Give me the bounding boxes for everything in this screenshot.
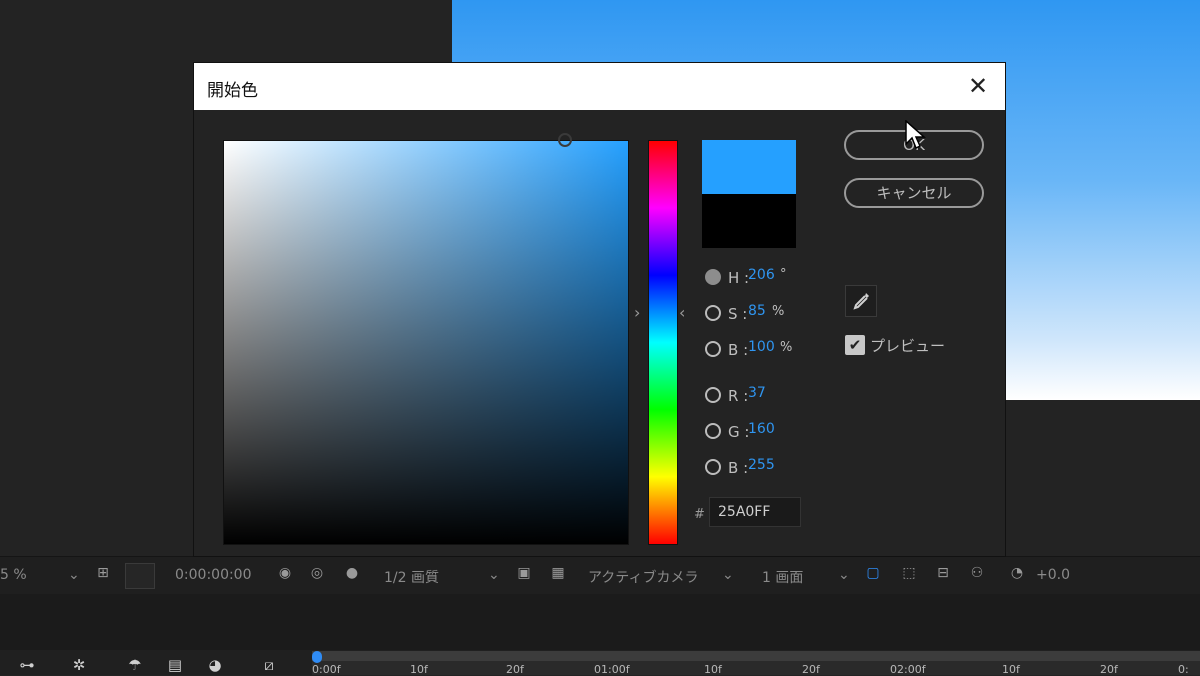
cancel-button[interactable]: キャンセル	[844, 178, 984, 208]
hex-hash-label: #	[694, 507, 705, 522]
panel-background-right	[1004, 400, 1200, 560]
time-tick: 10f	[704, 663, 722, 676]
red-label: R :	[728, 387, 749, 405]
time-tick: 0:	[1178, 663, 1189, 676]
timeline-icon[interactable]: ⬚	[900, 565, 918, 583]
close-icon[interactable]: ✕	[963, 71, 993, 101]
panel-divider	[0, 594, 1200, 650]
viewer-toolbar: 5 % ⌄ ⊞ 0:00:00:00 ◉ ◎ ● 1/2 画質 ⌄ ▣ ▦ アク…	[0, 556, 1200, 596]
saturation-unit: %	[772, 304, 785, 319]
show-snapshot-icon[interactable]: ◎	[308, 565, 326, 583]
mask-toggle-icon[interactable]	[125, 563, 155, 589]
time-tick: 10f	[1002, 663, 1020, 676]
dialog-titlebar[interactable]: 開始色 ✕	[194, 63, 1005, 110]
draft-3d-icon[interactable]: ✲	[68, 656, 90, 674]
saturation-label: S :	[728, 305, 748, 323]
people-icon[interactable]: ⚇	[968, 565, 986, 583]
work-area-bar[interactable]	[312, 651, 1200, 661]
fast-preview-icon[interactable]: ▢	[864, 565, 882, 583]
hue-slider-right-arrow-icon[interactable]: ›	[634, 303, 640, 322]
color-picker-dialog: 開始色 ✕ › ‹ H : 206 ° S : 85 % B : 100 % R…	[194, 63, 1005, 556]
preview-checkbox[interactable]: ✔	[845, 335, 865, 355]
resolution-dropdown[interactable]: 1/2 画質	[384, 567, 439, 587]
hex-value: 25A0FF	[718, 504, 771, 520]
graph-editor-icon[interactable]: ⧄	[258, 656, 280, 674]
brightness-label: B :	[728, 341, 749, 359]
chevron-down-icon[interactable]: ⌄	[838, 567, 850, 583]
time-tick: 02:00f	[890, 663, 926, 676]
playhead[interactable]	[312, 651, 322, 663]
chevron-down-icon[interactable]: ⌄	[488, 567, 500, 583]
chevron-down-icon[interactable]: ⌄	[722, 567, 734, 583]
hue-unit: °	[780, 267, 787, 282]
time-tick: 0:00f	[312, 663, 341, 676]
flowchart-icon[interactable]: ⊟	[934, 565, 952, 583]
blue-value[interactable]: 255	[748, 457, 775, 473]
timecode[interactable]: 0:00:00:00	[175, 567, 252, 583]
red-radio[interactable]	[705, 387, 721, 403]
hue-value[interactable]: 206	[748, 267, 775, 283]
time-tick: 20f	[506, 663, 524, 676]
field-marker[interactable]	[558, 133, 572, 147]
saturation-brightness-field[interactable]	[223, 140, 629, 545]
camera-dropdown[interactable]: アクティブカメラ	[588, 567, 698, 587]
region-icon[interactable]: ▣	[515, 565, 533, 583]
time-tick: 20f	[802, 663, 820, 676]
zoom-dropdown[interactable]: 5 %	[0, 567, 27, 583]
preview-label: プレビュー	[870, 337, 946, 355]
blue-label: B :	[728, 459, 749, 477]
green-radio[interactable]	[705, 423, 721, 439]
shy-icon[interactable]: ☂	[124, 656, 146, 674]
blue-radio[interactable]	[705, 459, 721, 475]
mouse-cursor-icon	[905, 119, 927, 152]
hex-input[interactable]: 25A0FF	[709, 497, 801, 527]
frame-blending-icon[interactable]: ▤	[164, 656, 186, 674]
green-value[interactable]: 160	[748, 421, 775, 437]
grid-icon[interactable]: ⊞	[94, 565, 112, 583]
hue-slider-left-arrow-icon[interactable]: ‹	[679, 303, 685, 322]
chevron-down-icon[interactable]: ⌄	[68, 567, 80, 583]
new-color-swatch	[702, 140, 796, 194]
saturation-radio[interactable]	[705, 305, 721, 321]
time-tick: 01:00f	[594, 663, 630, 676]
brightness-radio[interactable]	[705, 341, 721, 357]
transparency-grid-icon[interactable]: ▦	[549, 565, 567, 583]
exposure-icon[interactable]: ◔	[1008, 565, 1026, 583]
eyedropper-icon[interactable]	[845, 285, 877, 317]
hue-radio[interactable]	[705, 269, 721, 285]
red-value[interactable]: 37	[748, 385, 766, 401]
brightness-value[interactable]: 100	[748, 339, 775, 355]
hue-label: H :	[728, 269, 750, 287]
layer-tree-icon[interactable]: ⊶	[16, 656, 38, 674]
channel-icon[interactable]: ●	[343, 565, 361, 583]
time-ruler[interactable]: 0:00f 10f 20f 01:00f 10f 20f 02:00f 10f …	[312, 651, 1200, 676]
view-dropdown[interactable]: 1 画面	[762, 567, 803, 587]
motion-blur-icon[interactable]: ◕	[204, 656, 226, 674]
camera-snapshot-icon[interactable]: ◉	[276, 565, 294, 583]
original-color-swatch[interactable]	[702, 194, 796, 248]
brightness-unit: %	[780, 340, 793, 355]
exposure-value[interactable]: +0.0	[1036, 567, 1070, 583]
saturation-value[interactable]: 85	[748, 303, 766, 319]
green-label: G :	[728, 423, 750, 441]
time-tick: 20f	[1100, 663, 1118, 676]
time-tick: 10f	[410, 663, 428, 676]
hue-slider[interactable]	[648, 140, 678, 545]
dialog-title: 開始色	[207, 81, 258, 101]
